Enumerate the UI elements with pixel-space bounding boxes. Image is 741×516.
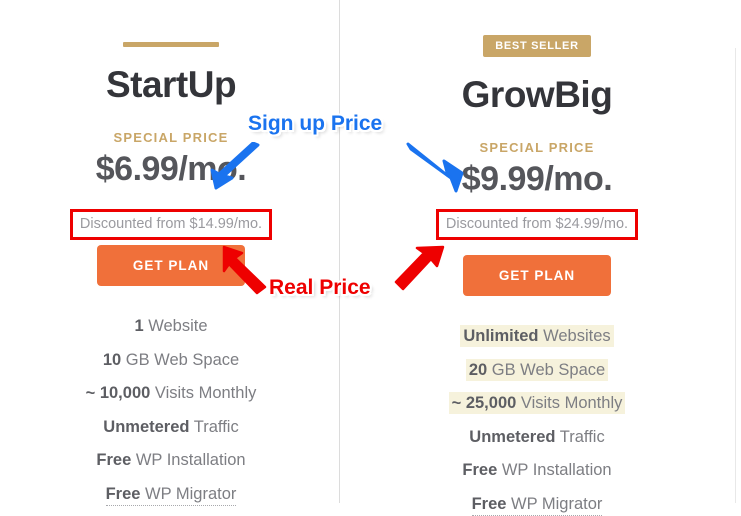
feature-text: Unmetered Traffic [103, 418, 238, 436]
feature-emphasis: ~ 25,000 [451, 394, 517, 413]
feature-rest: Traffic [189, 417, 239, 436]
feature-item: Unlimited Websites [372, 325, 702, 348]
annotation-signup-price: Sign up Price [248, 112, 383, 135]
feature-item: ~ 25,000 Visits Monthly [372, 392, 702, 415]
feature-list-startup: 1 Website 10 GB Web Space ~ 10,000 Visits … [6, 318, 336, 506]
feature-item: ~ 10,000 Visits Monthly [6, 385, 336, 402]
feature-emphasis: Unlimited [463, 327, 539, 346]
feature-rest: WP Migrator [140, 484, 237, 503]
red-arrow-right-icon [391, 243, 449, 297]
feature-rest: GB Web Space [121, 350, 240, 369]
feature-emphasis: 10 [102, 350, 122, 369]
old-price-container-startup: Discounted from $14.99/mo. [6, 209, 336, 241]
pricing-page: StartUp SPECIAL PRICE $6.99/mo. Discount… [0, 0, 741, 516]
feature-item: Free WP Installation [372, 462, 702, 479]
page-right-edge-divider [735, 48, 736, 503]
blue-arrow-right-icon [402, 138, 472, 196]
plan-title-growbig: GrowBig [461, 74, 613, 115]
feature-emphasis: Unmetered [103, 417, 190, 436]
feature-rest: WP Installation [131, 451, 246, 470]
best-seller-badge: BEST SELLER [483, 35, 591, 57]
feature-item: 10 GB Web Space [6, 352, 336, 369]
feature-text: Unlimited Websites [460, 325, 614, 348]
feature-rest: GB Web Space [487, 360, 606, 379]
feature-text: Free WP Migrator [471, 494, 603, 516]
annotation-real-price: Real Price [269, 276, 371, 299]
feature-item: Free WP Installation [6, 452, 336, 469]
feature-emphasis: ~ 10,000 [85, 384, 151, 403]
feature-text: 20 GB Web Space [465, 358, 609, 381]
feature-text: Unmetered Traffic [469, 428, 604, 446]
plan-price-startup: $6.99/mo. [95, 150, 247, 188]
feature-emphasis: Free [105, 484, 141, 503]
red-arrow-left-icon [219, 243, 277, 297]
feature-rest: Visits Monthly [150, 384, 257, 403]
feature-rest: Traffic [555, 427, 605, 446]
feature-item: 20 GB Web Space [372, 358, 702, 381]
feature-text: 10 GB Web Space [103, 351, 239, 369]
feature-emphasis: Free [96, 451, 132, 470]
plan-accent-bar [123, 42, 219, 47]
old-price-container-growbig: Discounted from $24.99/mo. [372, 209, 702, 241]
feature-rest: Websites [538, 327, 611, 346]
old-price-startup: Discounted from $14.99/mo. [69, 209, 273, 241]
plan-title-startup: StartUp [105, 64, 237, 105]
feature-item: Unmetered Traffic [372, 429, 702, 446]
feature-emphasis: Unmetered [469, 427, 556, 446]
feature-text: 1 Website [134, 317, 207, 335]
feature-emphasis: Free [471, 494, 507, 513]
feature-item: Free WP Migrator [372, 494, 702, 516]
feature-text: ~ 10,000 Visits Monthly [86, 384, 257, 402]
feature-item: 1 Website [6, 318, 336, 335]
feature-rest: Visits Monthly [516, 394, 623, 413]
feature-emphasis: 20 [468, 360, 488, 379]
plan-card-startup: StartUp SPECIAL PRICE $6.99/mo. Discount… [6, 0, 336, 506]
feature-rest: Website [143, 317, 208, 336]
blue-arrow-left-icon [200, 142, 262, 196]
feature-item: Free WP Migrator [6, 484, 336, 506]
feature-text: ~ 25,000 Visits Monthly [448, 392, 626, 415]
feature-text: Free WP Installation [462, 461, 611, 479]
feature-emphasis: 1 [134, 317, 144, 336]
feature-item: Unmetered Traffic [6, 419, 336, 436]
feature-rest: WP Migrator [506, 494, 603, 513]
feature-rest: WP Installation [497, 461, 612, 480]
column-divider [339, 0, 340, 503]
feature-text: Free WP Installation [96, 451, 245, 469]
get-plan-button-growbig[interactable]: GET PLAN [463, 255, 611, 297]
old-price-growbig: Discounted from $24.99/mo. [435, 209, 639, 241]
feature-list-growbig: Unlimited Websites 20 GB Web Space ~ 25,00… [372, 325, 702, 516]
feature-emphasis: Free [462, 461, 498, 480]
